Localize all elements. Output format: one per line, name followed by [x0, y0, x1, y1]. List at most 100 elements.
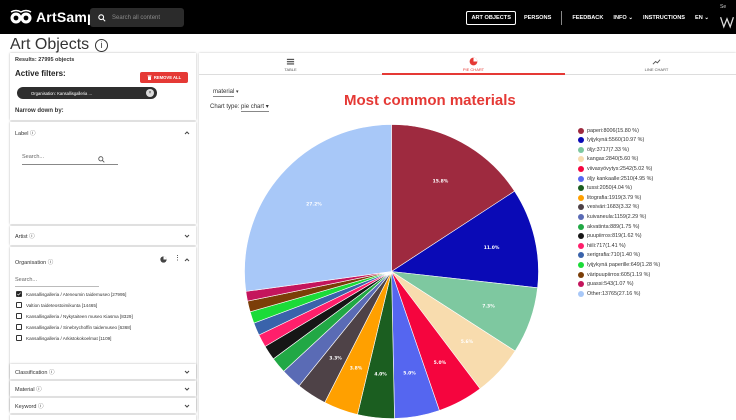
- organisation-option-label[interactable]: Kansallisgalleria / Sinebrychoffin taide…: [26, 325, 131, 330]
- legend-item[interactable]: kangas: 2840 (5.60 %): [578, 155, 638, 164]
- active-filter-chip-label: Organisation: Kansallisgalleria ...: [31, 90, 92, 96]
- legend-item[interactable]: guassi: 543 (1.07 %): [578, 280, 633, 289]
- facet-keyword[interactable]: Keyword ⓘ: [10, 398, 196, 413]
- seco-logo[interactable]: Se: [716, 2, 736, 32]
- tab-table[interactable]: TABLE: [199, 53, 382, 75]
- chevron-down-icon[interactable]: [184, 369, 190, 375]
- legend-swatch: [578, 213, 584, 220]
- legend-swatch: [578, 290, 584, 297]
- legend-swatch: [578, 156, 584, 163]
- nav-language[interactable]: EN ⌄: [690, 15, 714, 21]
- nav-info[interactable]: INFO ⌄: [608, 15, 638, 21]
- tab-line-chart[interactable]: LINE CHART: [565, 53, 736, 75]
- organisation-checkbox[interactable]: [16, 291, 22, 297]
- chevron-down-icon[interactable]: [184, 233, 190, 239]
- legend-paren-close: ): [651, 175, 654, 182]
- pie-slice-data-label: 7.3%: [482, 303, 495, 309]
- organisation-option-label[interactable]: Kansallisgalleria / Arkistokokoelmat [11…: [26, 336, 111, 341]
- legend-paren-close: ): [623, 242, 626, 249]
- chart-type-select[interactable]: pie chart ▾: [241, 104, 269, 112]
- legend-value: 819: [612, 233, 622, 240]
- legend-value: 543: [604, 281, 614, 288]
- legend-item[interactable]: lyijykynä: 5560 (10.97 %): [578, 136, 644, 145]
- legend-percent: 4.95 %: [634, 175, 652, 182]
- facet-title-text: Keyword: [15, 404, 37, 410]
- info-icon[interactable]: ⓘ: [48, 260, 54, 266]
- label-search-input[interactable]: Search...: [22, 154, 118, 165]
- chevron-up-icon[interactable]: [184, 257, 190, 263]
- organisation-search-input[interactable]: Search...: [15, 277, 99, 287]
- chevron-up-icon[interactable]: [184, 130, 190, 136]
- facet-label-title[interactable]: Label ⓘ: [15, 129, 36, 137]
- pie-slice-other[interactable]: [244, 124, 392, 292]
- legend-name: lyijykynä: [587, 137, 608, 144]
- info-icon[interactable]: i: [95, 38, 109, 52]
- property-select-value: material: [213, 89, 235, 97]
- legend-item[interactable]: serigrafia: 710 (1.40 %): [578, 251, 640, 260]
- nav-feedback[interactable]: FEEDBACK: [567, 15, 608, 21]
- more-vert-icon[interactable]: ⋮: [174, 254, 181, 262]
- legend-value: 649: [630, 261, 640, 268]
- pie-chart-icon[interactable]: [160, 256, 167, 263]
- legend-item[interactable]: litografia: 1919 (3.79 %): [578, 193, 641, 202]
- nav-persons[interactable]: PERSONS: [519, 15, 556, 21]
- pie-slice-data-label: 4.0%: [374, 371, 387, 377]
- artsampo-logo-icon[interactable]: [10, 9, 32, 25]
- legend-item[interactable]: tussi: 2050 (4.04 %): [578, 184, 632, 193]
- chevron-down-icon[interactable]: [184, 403, 190, 409]
- legend-item[interactable]: väripuupiirros: 605 (1.19 %): [578, 270, 650, 279]
- facet-artist[interactable]: Artist ⓘ: [10, 226, 196, 245]
- organisation-checkbox[interactable]: [16, 324, 22, 330]
- legend-name: lyijykynä paperille: [587, 261, 630, 268]
- legend-name: serigrafia: [587, 252, 610, 259]
- nav-art-objects[interactable]: ART OBJECTS: [466, 11, 516, 25]
- legend-name: öljy kankaalle: [587, 175, 620, 182]
- chevron-down-icon[interactable]: [184, 386, 190, 392]
- legend-value: 1159: [614, 213, 626, 220]
- pie-slice-data-label: 15.8%: [433, 179, 449, 185]
- info-icon[interactable]: ⓘ: [30, 131, 36, 137]
- organisation-option-label[interactable]: Kansallisgalleria / Ateneumin taidemuseo…: [26, 292, 126, 297]
- legend-percent: 3.79 %: [622, 194, 640, 201]
- facet-classification[interactable]: Classification ⓘ: [10, 364, 196, 379]
- property-select[interactable]: material ▾: [213, 89, 239, 97]
- organisation-checkbox[interactable]: [16, 313, 22, 319]
- legend-item[interactable]: kuivaneula: 1159 (2.29 %): [578, 212, 646, 221]
- chart-type-select-value: pie chart: [241, 104, 265, 110]
- facet-title: Material ⓘ: [15, 385, 42, 393]
- legend-item[interactable]: puupiirros: 819 (1.62 %): [578, 232, 642, 241]
- organisation-option-label[interactable]: Kansallisgalleria / Nykytaiteen museo Ki…: [26, 314, 133, 319]
- legend-paren-close: ): [639, 233, 642, 240]
- legend-item[interactable]: vesiväri: 1683 (3.32 %): [578, 203, 639, 212]
- facet-material[interactable]: Material ⓘ: [10, 381, 196, 396]
- legend-item[interactable]: Other: 13765 (27.16 %): [578, 289, 640, 298]
- legend-item[interactable]: öljy kankaalle: 2510 (4.95 %): [578, 174, 653, 183]
- info-icon[interactable]: ⓘ: [49, 370, 55, 376]
- legend-swatch: [578, 137, 584, 144]
- organisation-checkbox[interactable]: [16, 335, 22, 341]
- active-filters-heading: Active filters:: [15, 69, 66, 78]
- legend-paren-close: ): [638, 252, 641, 259]
- tab-pie-chart[interactable]: PIE CHART: [382, 53, 565, 75]
- info-icon[interactable]: ⓘ: [29, 234, 35, 240]
- line-chart-icon: [652, 59, 661, 65]
- facet-earliest-year[interactable]: Earliest year ⓘ: [10, 415, 196, 420]
- legend-item[interactable]: viivasyövytys: 2542 (5.02 %): [578, 164, 652, 173]
- organisation-option-label[interactable]: Valtion taideteostoimikunta [14465]: [26, 303, 97, 308]
- close-icon[interactable]: ×: [146, 89, 154, 97]
- info-icon[interactable]: ⓘ: [36, 387, 42, 393]
- remove-all-button[interactable]: REMOVE ALL: [140, 72, 188, 83]
- page-title: Art Objects i: [10, 36, 109, 54]
- legend-percent: 27.16 %: [618, 290, 639, 297]
- pie-chart: 15.8% 11.0% 7.3% 5.6% 5.0% 5.0% 4.0% 3.8% 3.3% 27…: [244, 124, 539, 419]
- info-icon[interactable]: ⓘ: [38, 404, 44, 410]
- legend-item[interactable]: lyijykynä paperille: 649 (1.28 %): [578, 260, 660, 269]
- organisation-checkbox[interactable]: [16, 302, 22, 308]
- legend-item[interactable]: akvatinta: 889 (1.75 %): [578, 222, 639, 231]
- legend-item[interactable]: öljy: 3717 (7.33 %): [578, 145, 629, 154]
- legend-item[interactable]: hiili: 717 (1.41 %): [578, 241, 626, 250]
- legend-item[interactable]: paperi: 8006 (15.80 %): [578, 126, 639, 135]
- nav-instructions[interactable]: INSTRUCTIONS: [638, 15, 690, 21]
- global-search[interactable]: Search all content: [90, 8, 184, 27]
- legend-percent: 1.07 %: [614, 281, 632, 288]
